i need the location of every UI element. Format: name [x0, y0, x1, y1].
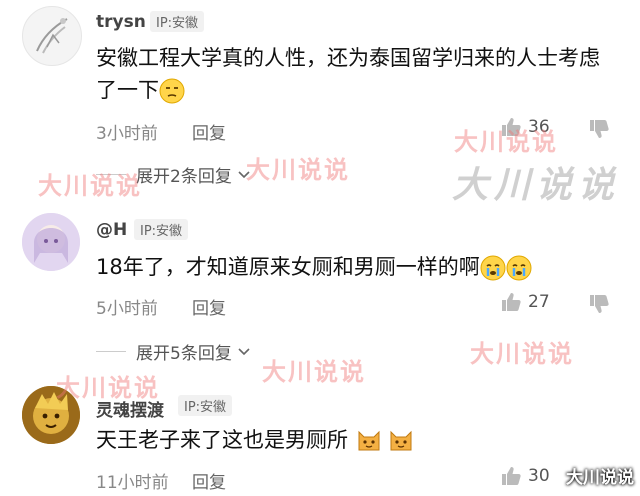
avatar[interactable]	[22, 213, 80, 271]
ip-location-badge: IP:安徽	[150, 11, 205, 32]
like-button[interactable]: 30	[500, 465, 550, 487]
reply-button[interactable]: 回复	[192, 119, 226, 144]
username[interactable]: @H	[96, 220, 127, 240]
chevron-down-icon	[238, 170, 250, 178]
thumbs-down-icon[interactable]	[588, 293, 610, 315]
like-count: 30	[528, 466, 550, 486]
comment-text: 18年了，才知道原来女厕和男厕一样的啊	[96, 251, 616, 283]
divider	[96, 351, 126, 352]
timestamp: 5小时前	[96, 299, 158, 319]
ip-location-badge: IP:安徽	[178, 395, 233, 416]
cat-emoji-icon	[356, 428, 382, 454]
comment-2: @H IP:安徽 18年了，才知道原来女厕和男厕一样的啊 5小时前 回复 27 …	[0, 205, 640, 365]
reply-button[interactable]: 回复	[192, 294, 226, 319]
cat-emoji-icon	[388, 428, 414, 454]
like-count: 36	[528, 117, 550, 137]
divider	[96, 174, 126, 175]
timestamp: 11小时前	[96, 473, 169, 493]
like-count: 27	[528, 292, 550, 312]
expand-replies-button[interactable]: 展开2条回复	[96, 162, 252, 187]
avatar[interactable]	[22, 386, 80, 444]
username[interactable]: trysn	[96, 12, 146, 32]
like-button[interactable]: 27	[500, 291, 550, 313]
comment-1: trysn IP:安徽 安徽工程大学真的人性，还为泰国留学归来的人士考虑了一下 …	[0, 0, 640, 187]
thumbs-up-icon	[502, 467, 521, 485]
thumbs-up-icon	[502, 293, 521, 311]
comment-text: 安徽工程大学真的人性，还为泰国留学归来的人士考虑了一下	[96, 46, 600, 104]
smirk-emoji-icon	[159, 78, 185, 104]
expand-replies-button[interactable]: 展开5条回复	[96, 339, 252, 364]
corner-watermark: 大川说说	[566, 468, 634, 488]
timestamp: 3小时前	[96, 124, 158, 144]
username[interactable]: 灵魂摆渡	[96, 396, 164, 421]
comment-text: 天王老子来了这也是男厕所	[96, 424, 616, 456]
thumbs-down-icon[interactable]	[588, 118, 610, 140]
crying-emoji-icon	[506, 255, 532, 281]
comment-3: 灵魂摆渡 IP:安徽 天王老子来了这也是男厕所 11小时前 回复 30	[0, 382, 640, 496]
crying-emoji-icon	[480, 255, 506, 281]
ip-location-badge: IP:安徽	[134, 219, 189, 240]
avatar[interactable]	[22, 6, 82, 66]
like-button[interactable]: 36	[500, 116, 550, 138]
chevron-down-icon	[238, 347, 250, 355]
thumbs-up-icon	[502, 118, 521, 136]
reply-button[interactable]: 回复	[192, 468, 226, 493]
